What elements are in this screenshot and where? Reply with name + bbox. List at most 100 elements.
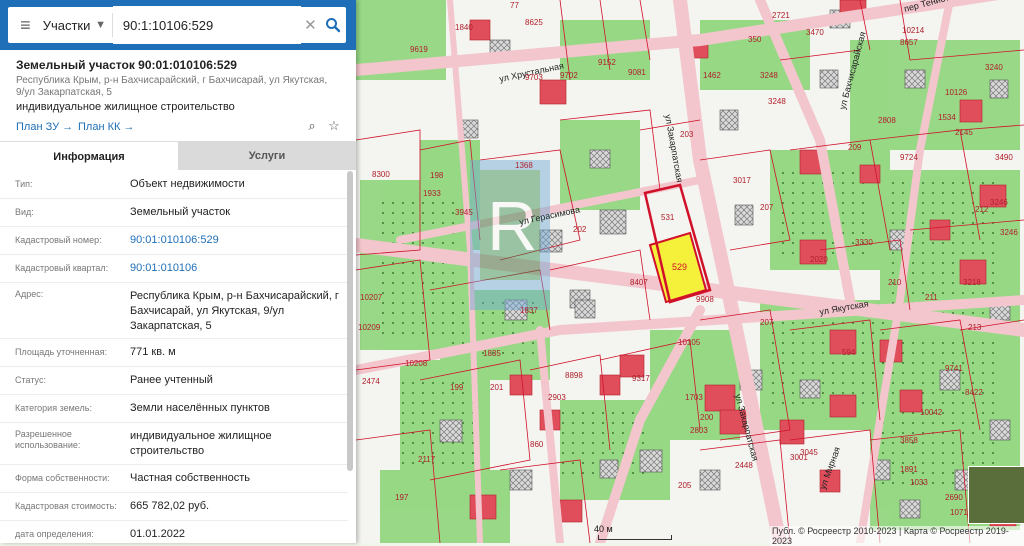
map-zoom-to-icon[interactable]: ⌕ [304, 118, 320, 134]
info-row-label: Статус: [15, 375, 46, 385]
clear-icon[interactable]: ✕ [301, 16, 320, 34]
parcel-number-label: 2020 [810, 255, 828, 264]
building [509, 469, 533, 491]
building [989, 79, 1009, 99]
info-row: Кадастровая стоимость: 665 782,02 руб. [0, 493, 348, 521]
parcel-number-label: 1534 [938, 113, 956, 122]
parcel-number-label: 3045 [800, 448, 818, 457]
parcel-number-label: 3858 [900, 436, 918, 445]
building [599, 459, 619, 479]
search-type-select[interactable]: Участки ▼ [43, 7, 112, 43]
parcel-number-label: 3248 [768, 97, 786, 106]
building-registered [829, 394, 857, 418]
parcel-number-label: 212 [975, 205, 989, 214]
selected-parcel-label: 529 [672, 262, 687, 272]
info-row-label: Кадастровый номер: [15, 235, 102, 245]
parcel-number-label: 9702 [560, 71, 578, 80]
parcel-number-label: 2803 [690, 426, 708, 435]
parcel-number-label: 1933 [423, 189, 441, 198]
parcel-number-label: 9908 [696, 295, 714, 304]
parcel-number-label: 3246 [990, 198, 1008, 207]
building [439, 419, 463, 443]
info-row-label: Категория земель: [15, 403, 92, 413]
parcel-number-label: 3248 [760, 71, 778, 80]
info-row-value: Земельный участок [130, 206, 231, 218]
building-registered [509, 374, 533, 396]
parcel-number-label: 2721 [772, 11, 790, 20]
building [799, 379, 821, 399]
parcel-number-label: 202 [573, 225, 587, 234]
info-row-value-link[interactable]: 90:01:010106:529 [130, 233, 348, 248]
chevron-down-icon: ▼ [95, 19, 107, 31]
parcel-number-label: 1462 [703, 71, 721, 80]
info-row-value: Ранее учтенный [130, 374, 213, 386]
parcel-title: Земельный участок 90:01:010106:529 [16, 58, 237, 72]
info-row-value-link[interactable]: 90:01:010106 [130, 261, 348, 276]
parcel-number-label: 9317 [632, 374, 650, 383]
info-row-value: Объект недвижимости [130, 178, 245, 190]
info-row: дата определения: 01.01.2022 [0, 521, 348, 543]
satellite-layer-thumbnail[interactable] [968, 466, 1024, 524]
parcel-number-label: 8407 [630, 278, 648, 287]
parcel-number-label: 207 [760, 318, 774, 327]
parcel-number-label: 1703 [685, 393, 703, 402]
scrollbar[interactable] [347, 171, 353, 471]
search-type-label: Участки [42, 17, 91, 33]
info-row-value: индивидуальное жилищное строительство [130, 430, 272, 457]
building-registered [539, 79, 567, 105]
building-registered [559, 499, 583, 523]
parcel-address: Республика Крым, р-н Бахчисарайский, г Б… [16, 75, 328, 98]
building [699, 469, 721, 491]
building-registered [704, 384, 736, 412]
building [719, 109, 739, 131]
parcel-number-label: 10105 [678, 338, 701, 347]
info-row-value: 771 кв. м [130, 346, 176, 358]
parcel-number-label: 10214 [902, 26, 925, 35]
parcel-number-label: 210 [888, 278, 902, 287]
parcel-purpose: индивидуальное жилищное строительство [16, 101, 235, 113]
info-row-value: Земли населённых пунктов [130, 402, 270, 414]
parcel-number-label: 3945 [455, 208, 473, 217]
search-icon[interactable] [320, 7, 346, 43]
parcel-number-label: 201 [490, 383, 504, 392]
building [574, 299, 596, 319]
building [639, 449, 663, 473]
plan-kk-link[interactable]: План КК → [78, 121, 134, 133]
parcel-number-label: 1033 [910, 478, 928, 487]
tab-services[interactable]: Услуги [178, 141, 356, 170]
building-registered [959, 99, 983, 123]
hamburger-menu-icon[interactable]: ≡ [8, 7, 43, 43]
rosreestr-watermark: R [470, 160, 550, 310]
parcel-number-label: 1891 [900, 465, 918, 474]
building [899, 499, 921, 519]
parcel-number-label: 9619 [410, 45, 428, 54]
svg-text:R: R [487, 187, 538, 265]
search-bar: ≡ Участки ▼ ✕ [0, 0, 356, 50]
search-input[interactable] [112, 6, 301, 44]
parcel-number-label: 198 [430, 171, 444, 180]
star-icon[interactable]: ☆ [326, 118, 342, 134]
info-row-label: Форма собственности: [15, 473, 110, 483]
plan-zu-link[interactable]: План ЗУ → [16, 121, 73, 133]
parcel-number-label: 10209 [358, 323, 381, 332]
info-row: Разрешенное использование: индивидуальное… [0, 423, 348, 465]
info-row-label: дата определения: [15, 529, 94, 539]
info-row-value: 665 782,02 руб. [130, 500, 210, 512]
parcel-number-label: 8898 [565, 371, 583, 380]
info-row: Статус: Ранее учтенный [0, 367, 348, 395]
tab-information[interactable]: Информация [0, 141, 178, 171]
parcel-number-label: 9081 [628, 68, 646, 77]
parcel-number-label: 3240 [985, 63, 1003, 72]
parcel-number-label: 3470 [806, 28, 824, 37]
parcel-number-label: 2145 [955, 128, 973, 137]
parcel-number-label: 209 [848, 143, 862, 152]
parcel-number-label: 860 [530, 440, 544, 449]
parcel-number-label: 3246 [1000, 228, 1018, 237]
building-registered [899, 389, 923, 413]
parcel-number-label: 199 [450, 383, 464, 392]
parcel-number-label: 3490 [995, 153, 1013, 162]
parcel-number-label: 211 [925, 293, 938, 302]
info-table: Тип: Объект недвижимости Вид: Земельный уча… [0, 171, 348, 543]
building-registered [469, 494, 497, 520]
building [734, 204, 754, 226]
